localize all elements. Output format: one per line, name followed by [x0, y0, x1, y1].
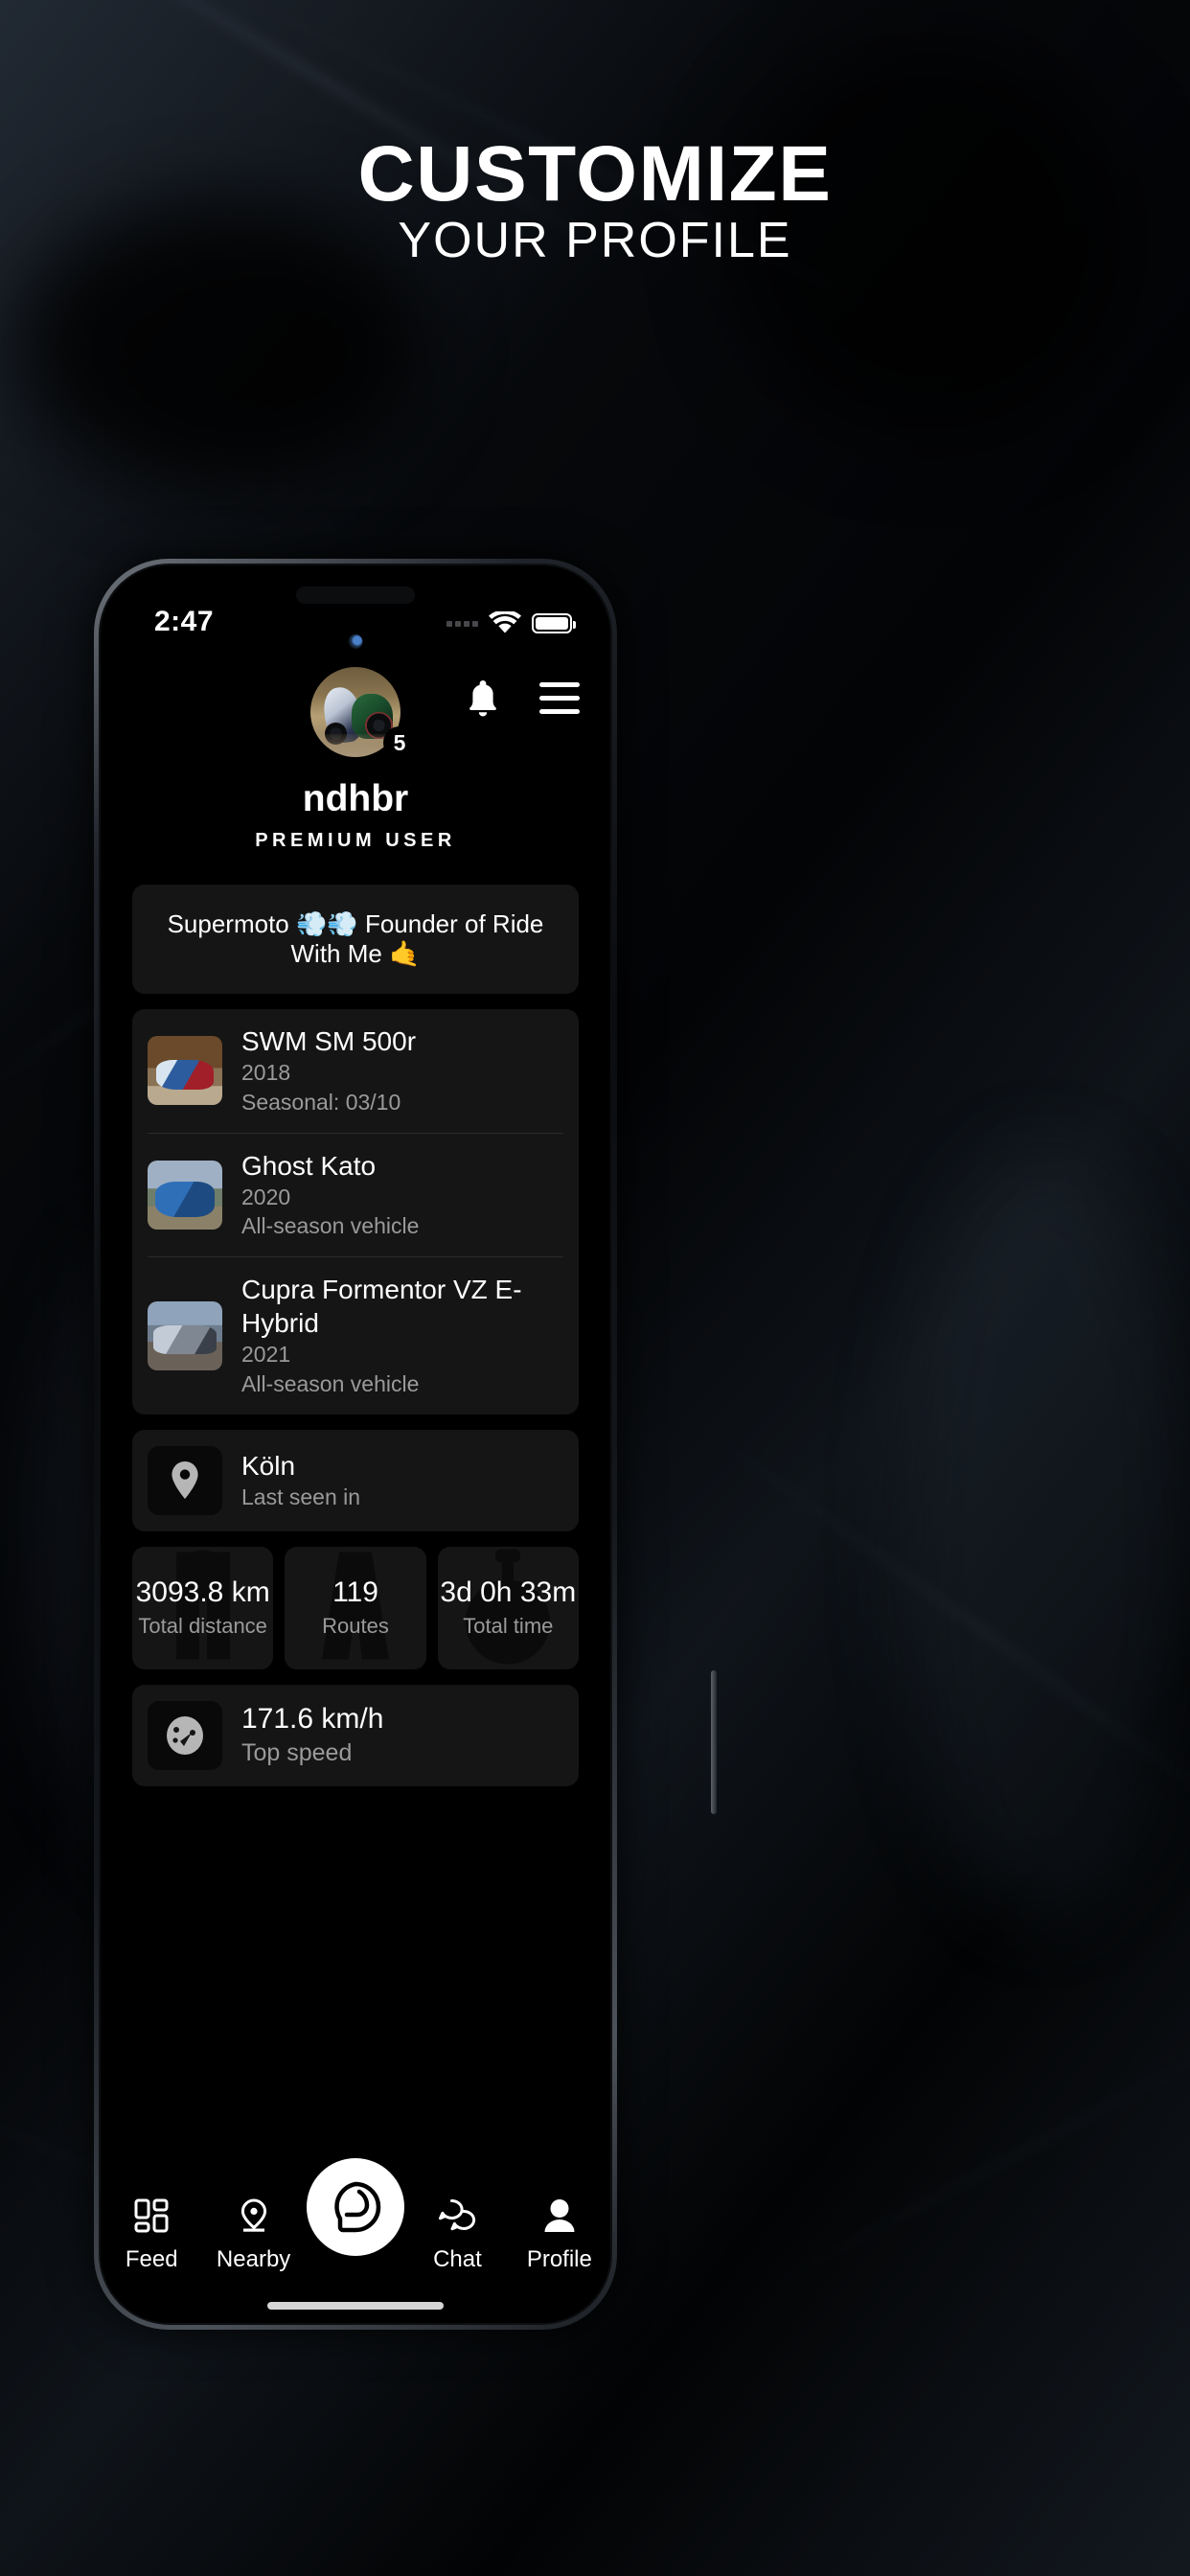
last-seen-label: Last seen in	[241, 1484, 361, 1509]
vehicle-season: All-season vehicle	[241, 1213, 420, 1239]
stat-card-routes[interactable]: 119 Routes	[285, 1546, 426, 1669]
vehicle-thumbnail	[148, 1036, 222, 1106]
tab-chat[interactable]: Chat	[406, 2198, 508, 2273]
app-content: 5 ndhbr PREMIUM USER Supermoto 💨💨 Founde…	[101, 657, 610, 2323]
stats-row: 3093.8 km Total distance 119 Routes 3d 0…	[132, 1546, 579, 1669]
vehicle-list-item[interactable]: Ghost Kato 2020 All-season vehicle	[148, 1134, 563, 1258]
vehicle-year: 2021	[241, 1342, 291, 1368]
vehicle-list-item[interactable]: SWM SM 500r 2018 Seasonal: 03/10	[148, 1009, 563, 1134]
stat-value: 119	[332, 1576, 378, 1609]
phone-power-button	[711, 1670, 717, 1814]
phone-mockup: 2:47 5 ndhbr PREMIUM USER Supermoto 💨💨 F…	[94, 559, 717, 2330]
vehicle-name: Cupra Formentor VZ E-Hybrid	[241, 1275, 522, 1339]
profile-tier-label: PREMIUM USER	[255, 830, 456, 851]
vehicle-list: SWM SM 500r 2018 Seasonal: 03/10 Ghost K…	[132, 1009, 579, 1414]
avatar[interactable]: 5	[310, 667, 416, 759]
helmet-icon[interactable]	[307, 2158, 405, 2256]
status-bar: 2:47	[101, 606, 610, 648]
vehicle-thumbnail	[148, 1160, 222, 1230]
vehicle-thumbnail	[148, 1301, 222, 1371]
speedometer-icon	[148, 1700, 222, 1770]
location-pin-icon	[238, 2198, 270, 2238]
profile-bio: Supermoto 💨💨 Founder of Ride With Me 🤙	[132, 885, 579, 994]
stat-card-total-distance[interactable]: 3093.8 km Total distance	[132, 1546, 274, 1669]
tab-label: Chat	[433, 2246, 482, 2272]
stat-value: 3093.8 km	[135, 1576, 270, 1609]
dynamic-island	[296, 586, 415, 604]
vehicle-year: 2018	[241, 1060, 291, 1085]
vehicle-list-item[interactable]: Cupra Formentor VZ E-Hybrid 2021 All-sea…	[148, 1257, 563, 1414]
top-speed-value: 171.6 km/h	[241, 1703, 384, 1736]
home-indicator	[267, 2302, 444, 2310]
map-pin-icon	[148, 1445, 222, 1515]
last-seen-city: Köln	[241, 1450, 296, 1481]
vehicle-season: All-season vehicle	[241, 1371, 420, 1397]
profile-sheet: Supermoto 💨💨 Founder of Ride With Me 🤙 S…	[101, 885, 610, 2323]
grid-icon	[134, 2198, 169, 2238]
tab-label: Profile	[526, 2246, 592, 2272]
stat-label: Routes	[322, 1614, 389, 1639]
status-bar-time: 2:47	[154, 606, 215, 637]
last-seen-card[interactable]: Köln Last seen in	[132, 1429, 579, 1531]
hamburger-menu-icon[interactable]	[539, 682, 580, 714]
phone-screen: 2:47 5 ndhbr PREMIUM USER Supermoto 💨💨 F…	[99, 564, 612, 2325]
tab-label: Feed	[125, 2246, 178, 2272]
level-badge: 5	[383, 726, 416, 759]
profile-username: ndhbr	[302, 778, 409, 819]
stat-label: Total time	[463, 1614, 554, 1639]
app-topbar: 5	[101, 657, 610, 759]
vehicle-year: 2020	[241, 1184, 291, 1209]
promo-subheadline: YOUR PROFILE	[398, 213, 792, 268]
vehicle-season: Seasonal: 03/10	[241, 1089, 401, 1115]
tab-nearby[interactable]: Nearby	[202, 2198, 304, 2273]
stat-card-total-time[interactable]: 3d 0h 33m Total time	[437, 1546, 579, 1669]
person-icon	[543, 2198, 576, 2238]
stat-value: 3d 0h 33m	[440, 1576, 577, 1609]
stat-label: Total distance	[138, 1614, 267, 1639]
bell-icon[interactable]	[463, 677, 503, 724]
promo-headline: CUSTOMIZE	[357, 130, 833, 218]
chat-bubbles-icon	[438, 2198, 476, 2238]
tab-profile[interactable]: Profile	[509, 2198, 610, 2273]
wifi-icon	[489, 611, 521, 635]
vehicle-name: Ghost Kato	[241, 1150, 377, 1181]
battery-full-icon	[532, 613, 576, 633]
cellular-dots-icon	[446, 620, 478, 627]
tab-label: Nearby	[216, 2246, 291, 2272]
vehicle-name: SWM SM 500r	[241, 1026, 417, 1056]
top-speed-label: Top speed	[241, 1738, 353, 1766]
top-speed-card[interactable]: 171.6 km/h Top speed	[132, 1684, 579, 1786]
tab-feed[interactable]: Feed	[101, 2198, 202, 2273]
